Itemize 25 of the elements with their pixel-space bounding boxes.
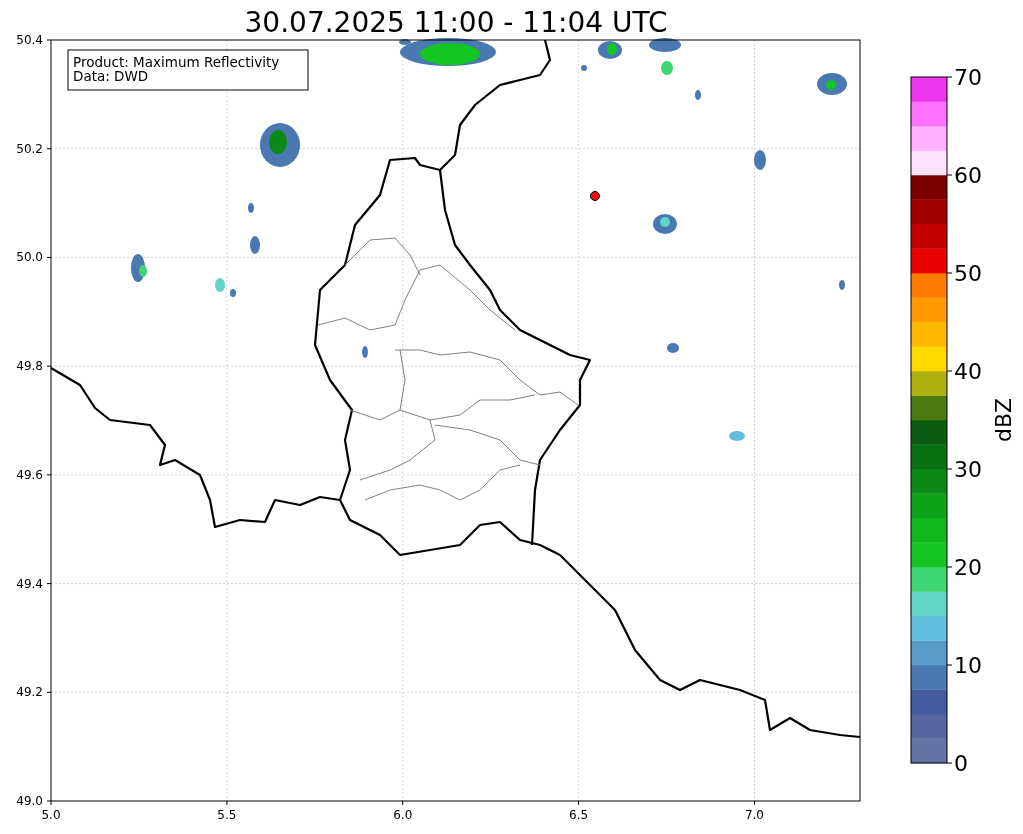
colorbar-tick-label: 20 [954,555,982,580]
axis-tick-label: 6.5 [569,808,589,822]
axis-tick-label: 49.4 [16,576,43,591]
axis-tick-label: 7.0 [744,808,765,822]
colorbar-tick-label: 10 [954,653,982,678]
axis-tick-label: 49.6 [16,467,43,482]
colorbar-tick-label: 30 [954,457,982,482]
axis-tick-label: 6.0 [393,808,413,822]
axis-tick-label: 50.4 [16,33,43,47]
axis-tick-label: 50.0 [16,250,43,265]
axis-tick-label: 49.0 [16,794,43,808]
info-text: Data: DWD [73,68,149,84]
axis-tick-label: 5.0 [41,808,61,822]
colorbar-tick-label: 0 [954,751,968,776]
colorbar-tick-label: 70 [954,65,982,90]
axis-tick-label: 49.8 [16,359,43,374]
colorbar-tick-label: 40 [954,359,982,384]
axis-tick-label: 49.2 [16,685,43,700]
colorbar-label: dBZ [991,397,1016,443]
info-text: Product: Maximum Reflectivity [73,54,280,70]
axis-tick-label: 50.2 [16,141,43,156]
chart-title: 30.07.2025 11:00 - 11:04 UTC [244,6,668,39]
colorbar-tick-label: 60 [954,163,982,188]
colorbar-tick-label: 50 [954,261,982,286]
axis-tick-label: 5.5 [217,808,237,822]
